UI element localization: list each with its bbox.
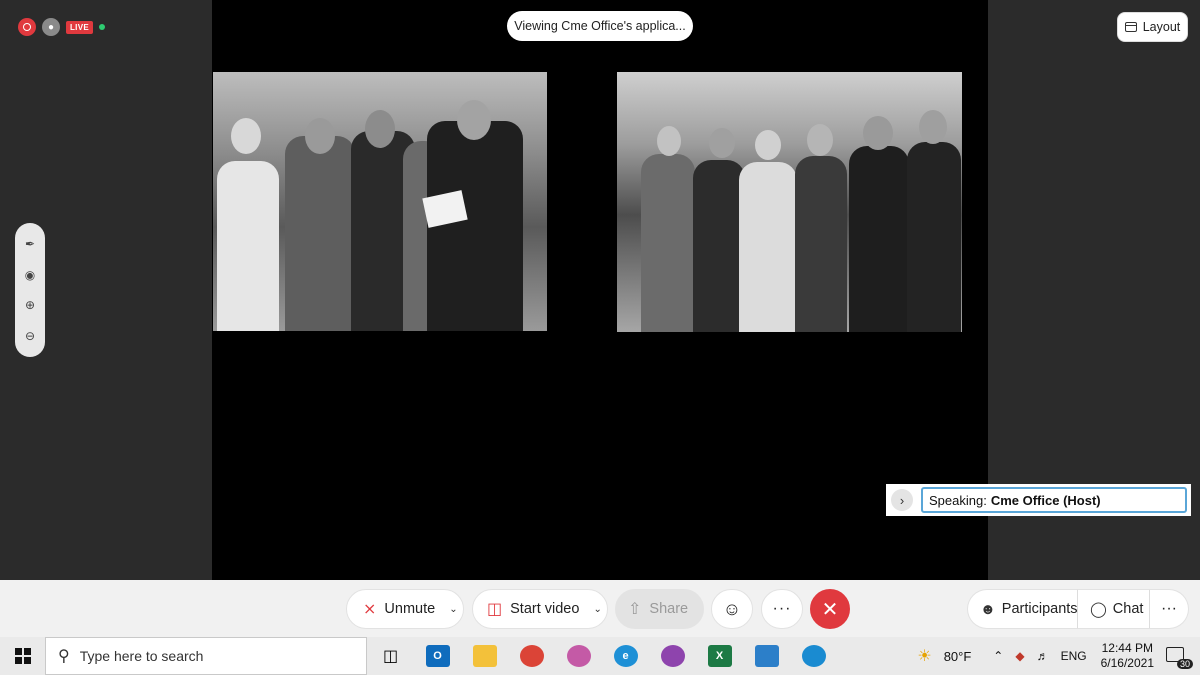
windows-logo-icon bbox=[14, 648, 31, 664]
edge-icon[interactable] bbox=[790, 637, 837, 675]
photo-person-head bbox=[365, 110, 395, 148]
participants-label: Participants bbox=[1001, 601, 1078, 617]
chat-bubble-icon: ◯ bbox=[1090, 601, 1107, 618]
more-options-button[interactable]: ··· bbox=[761, 589, 803, 629]
unmute-label: Unmute bbox=[384, 601, 436, 617]
video-off-icon: ◫ bbox=[487, 601, 503, 618]
photos-icon[interactable] bbox=[743, 637, 790, 675]
system-tray: ☀ 80°F ⌃ ◆ ♬ ENG 12:44 PM 6/16/2021 30 bbox=[911, 637, 1200, 675]
speaking-name: Cme Office (Host) bbox=[990, 492, 1101, 508]
photo-person bbox=[217, 161, 279, 331]
outlook-icon[interactable]: O bbox=[414, 637, 461, 675]
photo-person bbox=[285, 136, 355, 331]
meeting-window: ● LIVE Viewing Cme Office's applica... L… bbox=[0, 0, 1200, 580]
taskbar-search-input[interactable]: ⚲ Type here to search bbox=[45, 637, 367, 675]
weather-temperature[interactable]: 80°F bbox=[944, 649, 972, 664]
more-icon: ··· bbox=[772, 600, 792, 617]
photo-person-head bbox=[919, 110, 947, 144]
participants-button[interactable]: ☻ Participants bbox=[967, 589, 1078, 629]
share-icon: ⇧ bbox=[628, 601, 642, 618]
laser-pointer-icon[interactable]: ◉ bbox=[21, 266, 39, 284]
chrome-icon[interactable] bbox=[508, 637, 555, 675]
active-speaker-field: Speaking: Cme Office (Host) bbox=[921, 487, 1187, 513]
chat-label: Chat bbox=[1112, 601, 1144, 617]
internet-explorer-icon[interactable]: e bbox=[602, 637, 649, 675]
dropbox-icon[interactable]: ◆ bbox=[1015, 649, 1024, 663]
chat-button[interactable]: ◯ Chat bbox=[1077, 589, 1149, 629]
microphone-muted-icon: ⨯ bbox=[363, 601, 377, 618]
start-video-button[interactable]: ◫ Start video ⌄ bbox=[472, 589, 608, 629]
volume-icon[interactable]: ♬ bbox=[1037, 649, 1049, 663]
shared-photo-left bbox=[213, 72, 547, 331]
record-icon[interactable] bbox=[18, 18, 36, 36]
speaking-prefix: Speaking: bbox=[929, 492, 987, 508]
start-button[interactable] bbox=[0, 637, 45, 675]
layout-label: Layout bbox=[1142, 20, 1181, 34]
search-placeholder: Type here to search bbox=[79, 648, 204, 664]
snipping-tool-icon[interactable] bbox=[555, 637, 602, 675]
photo-person bbox=[739, 162, 797, 332]
weather-icon[interactable]: ☀ bbox=[917, 646, 931, 666]
more-icon: ··· bbox=[1161, 600, 1177, 617]
photo-person-head bbox=[807, 124, 833, 156]
start-video-label: Start video bbox=[510, 601, 580, 617]
photo-person bbox=[427, 121, 523, 331]
pen-icon[interactable]: ✒ bbox=[21, 235, 39, 253]
photo-person bbox=[907, 142, 961, 332]
photo-person bbox=[795, 156, 847, 332]
photo-person-head bbox=[305, 118, 335, 154]
photo-person bbox=[849, 146, 909, 332]
zoom-in-icon[interactable]: ⊕ bbox=[21, 296, 39, 314]
language-indicator[interactable]: ENG bbox=[1061, 649, 1087, 663]
share-label: Share bbox=[649, 601, 689, 617]
connection-status-icon bbox=[98, 24, 105, 30]
chevron-down-icon[interactable]: ⌄ bbox=[449, 604, 457, 615]
photo-person-head bbox=[709, 128, 735, 158]
zoom-out-icon[interactable]: ⊖ bbox=[21, 327, 39, 345]
live-badge: LIVE bbox=[66, 20, 93, 34]
excel-icon[interactable]: X bbox=[696, 637, 743, 675]
shared-photo-right bbox=[617, 72, 962, 332]
chevron-up-icon[interactable]: ⌃ bbox=[993, 649, 1003, 663]
person-icon: ☻ bbox=[980, 600, 996, 618]
windows-taskbar: ⚲ Type here to search ◫ O e X ☀ 80°F ⌃ ◆… bbox=[0, 637, 1200, 675]
security-icon[interactable]: ● bbox=[42, 18, 60, 36]
notification-center-button[interactable]: 30 bbox=[1166, 645, 1193, 669]
chevron-right-icon[interactable]: › bbox=[891, 489, 913, 511]
more-panels-button[interactable]: ··· bbox=[1149, 589, 1189, 629]
layout-icon bbox=[1124, 22, 1137, 32]
file-explorer-icon[interactable] bbox=[461, 637, 508, 675]
task-view-icon[interactable]: ◫ bbox=[367, 637, 414, 675]
app-search-icon[interactable] bbox=[649, 637, 696, 675]
share-button[interactable]: ⇧ Share bbox=[615, 589, 704, 629]
photo-person-head bbox=[231, 118, 261, 154]
photo-person-head bbox=[657, 126, 681, 156]
photo-person bbox=[641, 154, 695, 332]
layout-button[interactable]: Layout bbox=[1117, 12, 1188, 42]
end-call-button[interactable]: ✕ bbox=[810, 589, 850, 629]
viewing-application-pill[interactable]: Viewing Cme Office's applica... bbox=[507, 11, 693, 41]
unmute-button[interactable]: ⨯ Unmute ⌄ bbox=[346, 589, 464, 629]
annotation-toolbar: ✒ ◉ ⊕ ⊖ bbox=[15, 223, 45, 357]
clock-time: 12:44 PM bbox=[1101, 641, 1153, 655]
photo-person-head bbox=[755, 130, 781, 160]
photo-person-head bbox=[863, 116, 893, 150]
meeting-control-bar: ⨯ Unmute ⌄ ◫ Start video ⌄ ⇧ Share ☺ ···… bbox=[0, 580, 1200, 637]
notification-count: 30 bbox=[1176, 659, 1193, 669]
photo-person-head bbox=[457, 100, 491, 140]
close-icon: ✕ bbox=[821, 598, 839, 621]
taskbar-clock[interactable]: 12:44 PM 6/16/2021 bbox=[1101, 641, 1154, 671]
reactions-button[interactable]: ☺ bbox=[711, 589, 753, 629]
clock-date: 6/16/2021 bbox=[1100, 656, 1154, 670]
active-speaker-indicator: › Speaking: Cme Office (Host) bbox=[886, 484, 1191, 516]
chevron-down-icon[interactable]: ⌄ bbox=[593, 604, 601, 615]
smiley-icon: ☺ bbox=[722, 598, 742, 619]
photo-person bbox=[693, 160, 745, 332]
search-icon: ⚲ bbox=[58, 648, 70, 665]
meeting-status-indicators: ● LIVE bbox=[18, 18, 105, 36]
